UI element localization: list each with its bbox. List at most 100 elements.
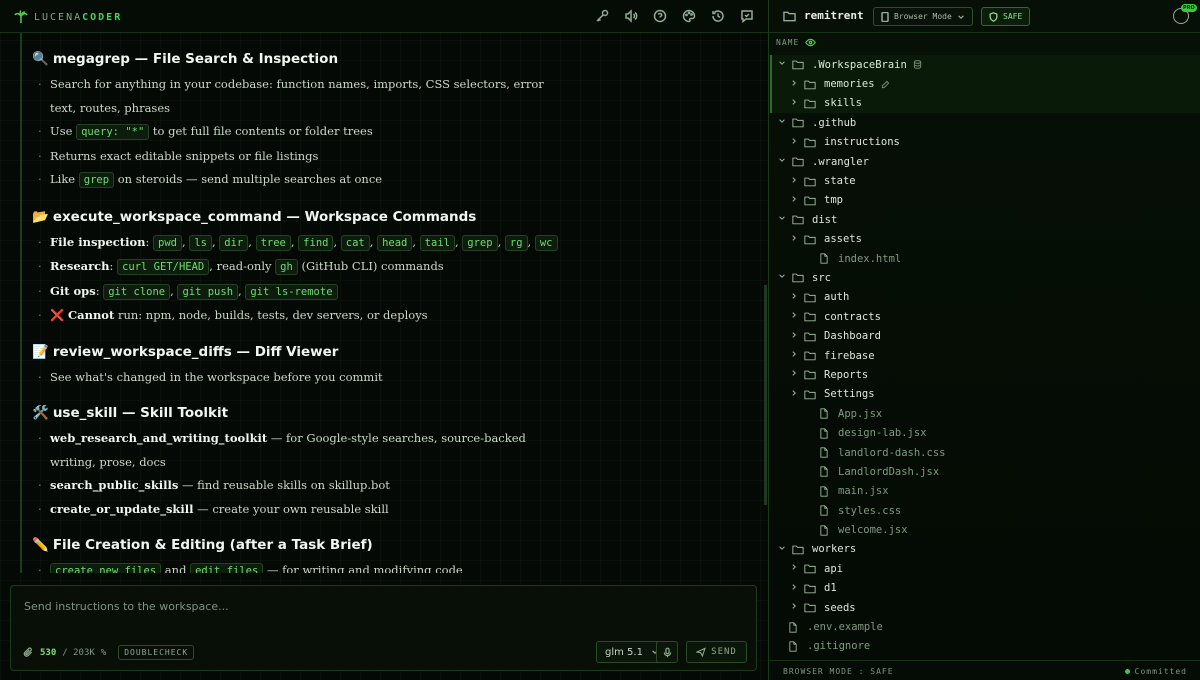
tree-folder[interactable]: Dashboard (769, 326, 1200, 345)
chevron-down-icon[interactable] (777, 156, 787, 167)
chevron-right-icon[interactable] (789, 292, 799, 303)
send-button[interactable]: SEND (686, 641, 747, 663)
doublecheck-toggle[interactable]: DOUBLECHECK (118, 645, 195, 660)
chevron-right-icon[interactable] (789, 234, 799, 245)
key-icon[interactable] (595, 9, 609, 23)
tree-file[interactable]: index.html (769, 249, 1200, 268)
tree-file[interactable]: LandlordDash.jsx (769, 462, 1200, 481)
chevron-down-icon[interactable] (777, 214, 787, 225)
bold-text: Research (50, 259, 110, 273)
history-icon[interactable] (711, 9, 725, 23)
paperclip-icon[interactable] (23, 647, 34, 658)
inline-code: grep (78, 172, 115, 188)
name-column-header[interactable]: NAME (776, 38, 817, 47)
tree-folder[interactable]: api (769, 559, 1200, 578)
chevron-right-icon[interactable] (789, 602, 799, 613)
bullet-item: File inspection: pwd, ls, dir, tree, fin… (32, 231, 562, 256)
chevron-down-icon[interactable] (777, 544, 787, 555)
tree-file[interactable]: .env.example (769, 617, 1200, 636)
tree-folder[interactable]: dist (769, 210, 1200, 229)
speaker-icon[interactable] (624, 9, 638, 23)
chevron-right-icon[interactable] (789, 389, 799, 400)
chevron-right-icon[interactable] (789, 195, 799, 206)
pro-badge: PRO (1181, 4, 1197, 12)
section-title-text: execute_workspace_command — Workspace Co… (52, 208, 477, 225)
tree-folder[interactable]: state (769, 171, 1200, 190)
file-icon (818, 253, 832, 265)
chevron-right-icon[interactable] (789, 583, 799, 594)
scrollbar-thumb[interactable] (764, 285, 767, 505)
chevron-right-icon[interactable] (789, 311, 799, 322)
palette-icon[interactable] (682, 9, 696, 23)
edit-icon[interactable] (881, 80, 890, 89)
send-label: SEND (711, 647, 737, 657)
browser-mode-select[interactable]: Browser Mode (873, 7, 973, 26)
eye-icon[interactable] (805, 38, 817, 47)
mic-button[interactable] (656, 641, 678, 663)
section-title: 📝 review_workspace_diffs — Diff Viewer (32, 342, 768, 362)
inline-code: create_new_files (50, 563, 162, 573)
safe-mode-button[interactable]: SAFE (981, 7, 1031, 26)
tree-file[interactable]: styles.css (769, 501, 1200, 520)
chevron-down-icon[interactable] (777, 59, 787, 70)
folder-icon (804, 582, 818, 594)
chevron-down-icon[interactable] (777, 117, 787, 128)
tree-folder[interactable]: seeds (769, 598, 1200, 617)
inline-code: git clone (103, 283, 171, 300)
bullet-text: — create your own reusable skill (193, 501, 389, 516)
chevron-right-icon[interactable] (789, 137, 799, 148)
tree-file[interactable]: landlord-dash.css (769, 443, 1200, 462)
tree-file[interactable]: welcome.jsx (769, 520, 1200, 539)
tree-item-label: seeds (824, 601, 856, 614)
tree-file[interactable]: main.jsx (769, 482, 1200, 501)
tree-folder[interactable]: skills (769, 93, 1200, 114)
chevron-down-icon[interactable] (777, 272, 787, 283)
inline-code: wc (534, 234, 558, 251)
tree-folder[interactable]: Settings (769, 385, 1200, 404)
workspace-folder[interactable]: remitrent (783, 9, 864, 22)
logo: LUCENACODER (14, 10, 122, 24)
tree-file[interactable]: App.jsx (769, 404, 1200, 423)
tree-item-label: landlord-dash.css (838, 446, 946, 459)
tree-folder[interactable]: memories (769, 74, 1200, 95)
chevron-right-icon[interactable] (789, 331, 799, 342)
tree-file[interactable]: .gitignore (769, 637, 1200, 656)
tree-folder[interactable]: workers (769, 540, 1200, 559)
bold-text: Git ops (50, 283, 96, 298)
tree-folder[interactable]: Reports (769, 365, 1200, 384)
tree-folder[interactable]: src (769, 268, 1200, 287)
tree-folder[interactable]: d1 (769, 579, 1200, 598)
folder-icon (792, 117, 806, 129)
bullet-text: , (248, 234, 256, 249)
tree-item-label: workers (812, 543, 857, 556)
inline-code: curl GET/HEAD (117, 259, 210, 275)
tree-folder[interactable]: assets (769, 230, 1200, 249)
tree-folder[interactable]: firebase (769, 346, 1200, 365)
db-icon[interactable] (913, 60, 922, 70)
help-icon[interactable] (653, 9, 667, 23)
chat-icon[interactable] (740, 9, 754, 23)
tree-folder[interactable]: contracts (769, 307, 1200, 326)
bullet-text: , read-only (209, 259, 276, 273)
tree-folder[interactable]: tmp (769, 191, 1200, 210)
chevron-right-icon[interactable] (789, 79, 799, 90)
inline-code: head (377, 234, 413, 251)
chevron-right-icon[interactable] (789, 98, 799, 109)
tree-folder[interactable]: .WorkspaceBrain (769, 55, 1200, 75)
tree-item-label: .github (812, 116, 857, 129)
tree-folder[interactable]: instructions (769, 133, 1200, 152)
folder-icon (804, 350, 818, 362)
tree-folder[interactable]: .github (769, 113, 1200, 132)
instruction-input[interactable] (24, 600, 724, 613)
chevron-right-icon[interactable] (789, 563, 799, 574)
bullet-text: on steroids — send multiple searches at … (114, 172, 383, 186)
app-title: LUCENACODER (34, 11, 123, 23)
tree-item-label: instructions (824, 136, 900, 149)
tree-folder[interactable]: auth (769, 288, 1200, 307)
chevron-right-icon[interactable] (789, 176, 799, 187)
tree-folder[interactable]: .wrangler (769, 152, 1200, 171)
chevron-right-icon[interactable] (789, 350, 799, 361)
tree-file[interactable]: design-lab.jsx (769, 423, 1200, 442)
file-tree: .WorkspaceBrain memories skills .github inst… (769, 55, 1200, 660)
chevron-right-icon[interactable] (789, 369, 799, 380)
